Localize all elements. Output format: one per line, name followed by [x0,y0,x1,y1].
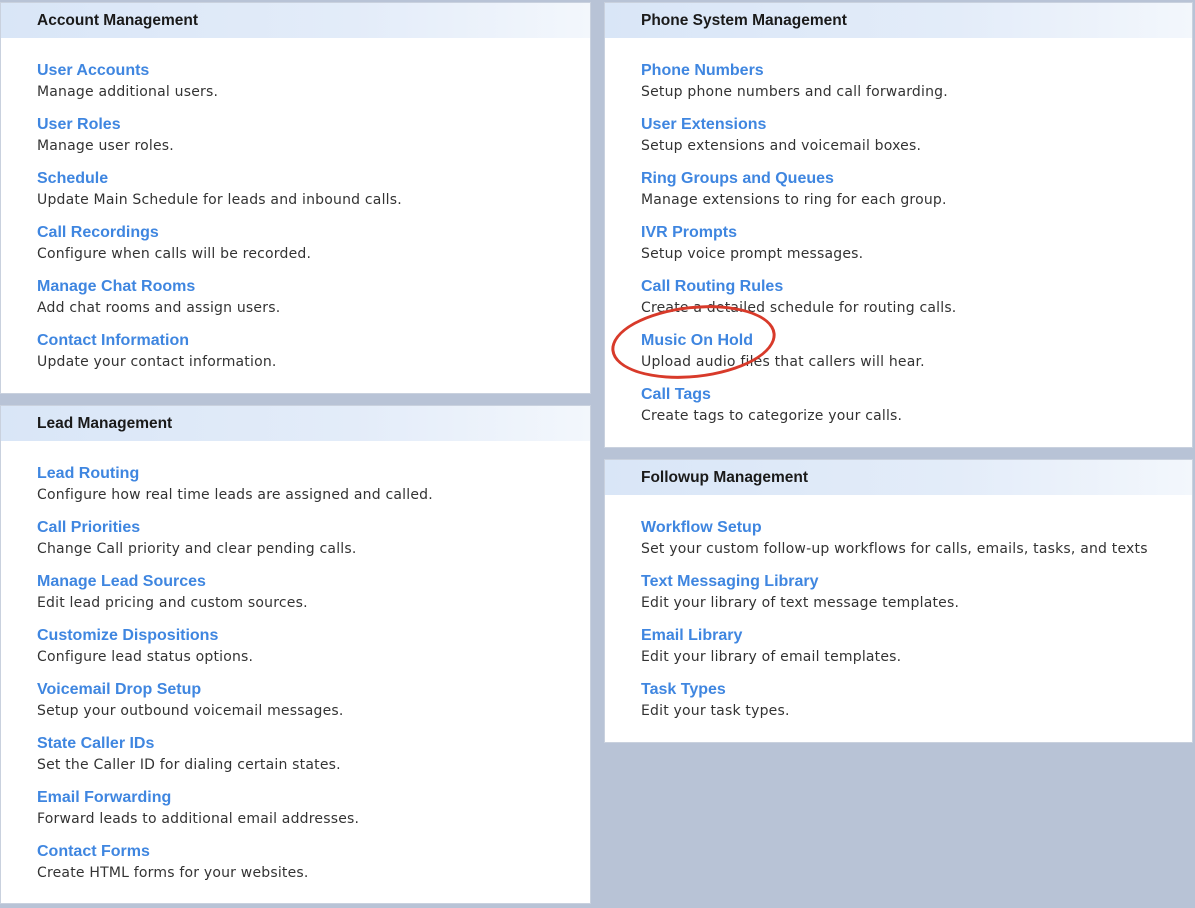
call-recordings-link[interactable]: Call Recordings [37,223,590,243]
text-messaging-library-link[interactable]: Text Messaging Library [641,572,1192,592]
item-description: Update your contact information. [37,354,277,370]
task-types-link[interactable]: Task Types [641,680,1192,700]
list-item: Voicemail Drop Setup Setup your outbound… [37,680,590,734]
item-description: Setup phone numbers and call forwarding. [641,84,948,100]
schedule-link[interactable]: Schedule [37,169,590,189]
list-item: Schedule Update Main Schedule for leads … [37,169,590,223]
call-routing-rules-link[interactable]: Call Routing Rules [641,277,1192,297]
item-description: Edit your library of email templates. [641,649,902,665]
contact-forms-link[interactable]: Contact Forms [37,842,590,862]
list-item: Call Recordings Configure when calls wil… [37,223,590,277]
customize-dispositions-link[interactable]: Customize Dispositions [37,626,590,646]
item-description: Configure how real time leads are assign… [37,487,433,503]
item-description: Setup your outbound voicemail messages. [37,703,344,719]
list-item: Manage Chat Rooms Add chat rooms and ass… [37,277,590,331]
item-description: Edit your library of text message templa… [641,595,960,611]
item-description: Manage additional users. [37,84,219,100]
list-item: Task Types Edit your task types. [641,680,1192,734]
panel-title: Account Management [1,3,590,38]
list-item: State Caller IDs Set the Caller ID for d… [37,734,590,788]
manage-chat-rooms-link[interactable]: Manage Chat Rooms [37,277,590,297]
list-item: Manage Lead Sources Edit lead pricing an… [37,572,590,626]
ivr-prompts-link[interactable]: IVR Prompts [641,223,1192,243]
item-description: Manage user roles. [37,138,174,154]
list-item: Contact Information Update your contact … [37,331,590,385]
user-accounts-link[interactable]: User Accounts [37,61,590,81]
panel-title: Phone System Management [605,3,1192,38]
item-description: Set your custom follow-up workflows for … [641,541,1148,557]
call-tags-link[interactable]: Call Tags [641,385,1192,405]
list-item: User Accounts Manage additional users. [37,61,590,115]
state-caller-ids-link[interactable]: State Caller IDs [37,734,590,754]
list-item: Music On Hold Upload audio files that ca… [641,331,1192,385]
email-forwarding-link[interactable]: Email Forwarding [37,788,590,808]
workflow-setup-link[interactable]: Workflow Setup [641,518,1192,538]
item-description: Upload audio files that callers will hea… [641,354,925,370]
voicemail-drop-setup-link[interactable]: Voicemail Drop Setup [37,680,590,700]
list-item: User Extensions Setup extensions and voi… [641,115,1192,169]
settings-list: Phone Numbers Setup phone numbers and ca… [605,38,1192,439]
followup-management-panel: Followup Management Workflow Setup Set y… [604,459,1193,743]
list-item: IVR Prompts Setup voice prompt messages. [641,223,1192,277]
list-item: Call Routing Rules Create a detailed sch… [641,277,1192,331]
user-extensions-link[interactable]: User Extensions [641,115,1192,135]
list-item: Lead Routing Configure how real time lea… [37,464,590,518]
item-description: Change Call priority and clear pending c… [37,541,357,557]
list-item: Contact Forms Create HTML forms for your… [37,842,590,896]
email-library-link[interactable]: Email Library [641,626,1192,646]
list-item: Email Forwarding Forward leads to additi… [37,788,590,842]
settings-list: Lead Routing Configure how real time lea… [1,441,590,896]
item-description: Setup voice prompt messages. [641,246,864,262]
list-item: Workflow Setup Set your custom follow-up… [641,518,1192,572]
item-description: Create tags to categorize your calls. [641,408,903,424]
music-on-hold-link[interactable]: Music On Hold [641,331,1192,351]
item-description: Create HTML forms for your websites. [37,865,309,881]
list-item: Call Tags Create tags to categorize your… [641,385,1192,439]
list-item: Phone Numbers Setup phone numbers and ca… [641,61,1192,115]
ring-groups-and-queues-link[interactable]: Ring Groups and Queues [641,169,1192,189]
list-item: Call Priorities Change Call priority and… [37,518,590,572]
call-priorities-link[interactable]: Call Priorities [37,518,590,538]
panel-title: Followup Management [605,460,1192,495]
list-item: User Roles Manage user roles. [37,115,590,169]
phone-system-management-panel: Phone System Management Phone Numbers Se… [604,2,1193,448]
item-description: Configure lead status options. [37,649,254,665]
item-description: Edit your task types. [641,703,790,719]
phone-numbers-link[interactable]: Phone Numbers [641,61,1192,81]
manage-lead-sources-link[interactable]: Manage Lead Sources [37,572,590,592]
settings-list: User Accounts Manage additional users. U… [1,38,590,385]
lead-management-panel: Lead Management Lead Routing Configure h… [0,405,591,904]
item-description: Update Main Schedule for leads and inbou… [37,192,402,208]
item-description: Manage extensions to ring for each group… [641,192,947,208]
user-roles-link[interactable]: User Roles [37,115,590,135]
lead-routing-link[interactable]: Lead Routing [37,464,590,484]
item-description: Edit lead pricing and custom sources. [37,595,308,611]
list-item: Email Library Edit your library of email… [641,626,1192,680]
list-item: Customize Dispositions Configure lead st… [37,626,590,680]
item-description: Configure when calls will be recorded. [37,246,312,262]
item-description: Add chat rooms and assign users. [37,300,281,316]
list-item: Text Messaging Library Edit your library… [641,572,1192,626]
panel-title: Lead Management [1,406,590,441]
contact-information-link[interactable]: Contact Information [37,331,590,351]
item-description: Setup extensions and voicemail boxes. [641,138,922,154]
list-item: Ring Groups and Queues Manage extensions… [641,169,1192,223]
item-description: Set the Caller ID for dialing certain st… [37,757,341,773]
settings-list: Workflow Setup Set your custom follow-up… [605,495,1192,734]
item-description: Forward leads to additional email addres… [37,811,360,827]
account-management-panel: Account Management User Accounts Manage … [0,2,591,394]
item-description: Create a detailed schedule for routing c… [641,300,957,316]
